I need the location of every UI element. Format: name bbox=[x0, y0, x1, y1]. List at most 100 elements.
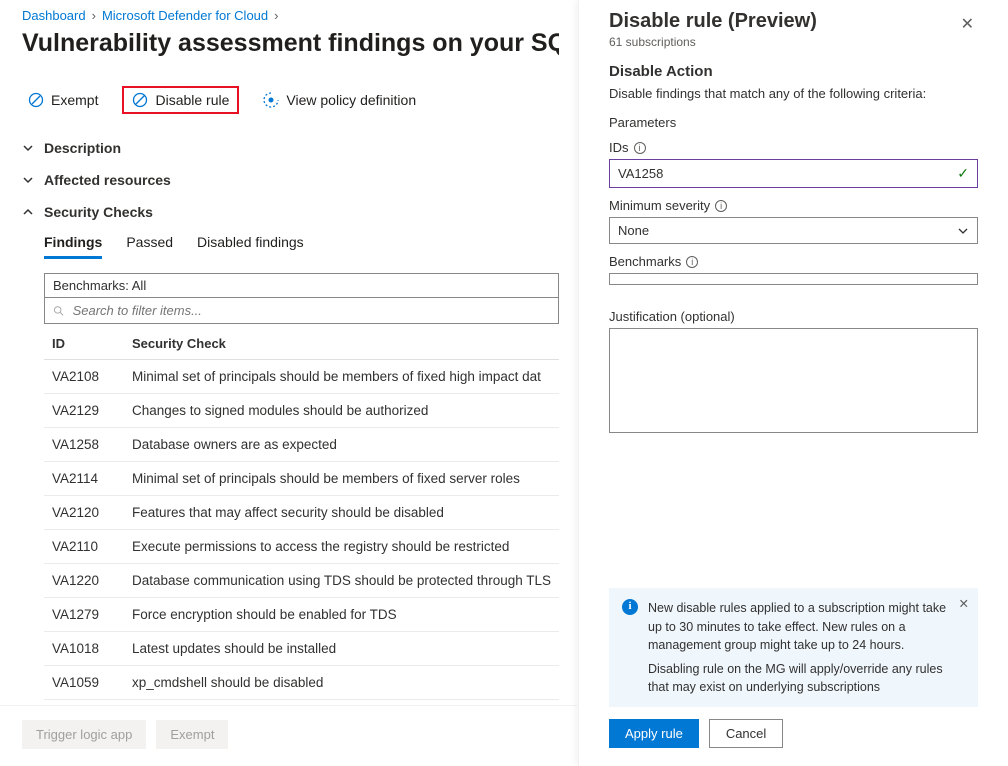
col-id[interactable]: ID bbox=[44, 324, 124, 360]
section-label: Security Checks bbox=[44, 204, 153, 220]
tabs: Findings Passed Disabled findings bbox=[44, 234, 559, 259]
ids-label-text: IDs bbox=[609, 140, 629, 155]
section-label: Description bbox=[44, 140, 121, 156]
justification-textarea[interactable] bbox=[609, 328, 978, 433]
cell-security-check: Database owners are as expected bbox=[124, 428, 559, 462]
info-box: i New disable rules applied to a subscri… bbox=[609, 588, 978, 707]
table-row[interactable]: VA2129Changes to signed modules should b… bbox=[44, 394, 559, 428]
benchmarks-field[interactable] bbox=[609, 273, 978, 285]
apply-rule-button[interactable]: Apply rule bbox=[609, 719, 699, 748]
table-row[interactable]: VA2110Execute permissions to access the … bbox=[44, 530, 559, 564]
tab-findings[interactable]: Findings bbox=[44, 234, 102, 259]
chevron-right-icon: › bbox=[92, 8, 96, 23]
exempt-button[interactable]: Exempt bbox=[22, 88, 104, 112]
cell-id: VA1059 bbox=[44, 666, 124, 700]
section-affected[interactable]: Affected resources bbox=[22, 164, 559, 196]
info-icon: i bbox=[622, 599, 638, 615]
section-label: Affected resources bbox=[44, 172, 171, 188]
disable-action-text: Disable findings that match any of the f… bbox=[609, 86, 978, 101]
disable-rule-label: Disable rule bbox=[155, 92, 229, 108]
cell-security-check: Changes to signed modules should be auth… bbox=[124, 394, 559, 428]
exempt-bottom-button[interactable]: Exempt bbox=[156, 720, 228, 749]
view-policy-label: View policy definition bbox=[286, 92, 416, 108]
chevron-down-icon bbox=[957, 225, 969, 237]
benchmarks-label: Benchmarks i bbox=[609, 254, 978, 269]
section-security-checks[interactable]: Security Checks bbox=[22, 196, 559, 228]
info-icon[interactable]: i bbox=[634, 142, 646, 154]
chevron-up-icon bbox=[22, 206, 34, 218]
dismiss-icon[interactable]: ✕ bbox=[959, 595, 969, 613]
policy-icon bbox=[263, 92, 279, 108]
toolbar: Exempt Disable rule View policy definiti… bbox=[22, 86, 559, 114]
table-row[interactable]: VA2114Minimal set of principals should b… bbox=[44, 462, 559, 496]
table-row[interactable]: VA1059xp_cmdshell should be disabled bbox=[44, 666, 559, 700]
chevron-right-icon: › bbox=[274, 8, 278, 23]
col-security-check[interactable]: Security Check bbox=[124, 324, 559, 360]
table-row[interactable]: VA2120Features that may affect security … bbox=[44, 496, 559, 530]
page-title: Vulnerability assessment findings on you… bbox=[22, 29, 559, 58]
cancel-button[interactable]: Cancel bbox=[709, 719, 783, 748]
ids-field[interactable]: VA1258 ✓ bbox=[609, 159, 978, 188]
cell-id: VA2108 bbox=[44, 360, 124, 394]
cell-security-check: Minimal set of principals should be memb… bbox=[124, 462, 559, 496]
ids-value: VA1258 bbox=[618, 166, 663, 181]
cell-security-check: Features that may affect security should… bbox=[124, 496, 559, 530]
table-row[interactable]: VA2108Minimal set of principals should b… bbox=[44, 360, 559, 394]
search-input[interactable] bbox=[71, 302, 550, 319]
cell-id: VA2129 bbox=[44, 394, 124, 428]
section-description[interactable]: Description bbox=[22, 132, 559, 164]
panel-title: Disable rule (Preview) bbox=[609, 10, 817, 33]
cell-id: VA2120 bbox=[44, 496, 124, 530]
disable-rule-panel: Disable rule (Preview) 61 subscriptions … bbox=[578, 0, 1008, 766]
cell-security-check: xp_cmdshell should be disabled bbox=[124, 666, 559, 700]
info-icon[interactable]: i bbox=[715, 200, 727, 212]
cell-id: VA2110 bbox=[44, 530, 124, 564]
info-text-2: Disabling rule on the MG will apply/over… bbox=[648, 660, 949, 696]
cell-security-check: Minimal set of principals should be memb… bbox=[124, 360, 559, 394]
chevron-down-icon bbox=[22, 142, 34, 154]
table-row[interactable]: VA1279Force encryption should be enabled… bbox=[44, 598, 559, 632]
search-icon bbox=[53, 305, 65, 317]
findings-table: ID Security Check VA2108Minimal set of p… bbox=[44, 324, 559, 700]
view-policy-button[interactable]: View policy definition bbox=[257, 88, 422, 112]
disable-action-heading: Disable Action bbox=[609, 63, 978, 80]
breadcrumb: Dashboard › Microsoft Defender for Cloud… bbox=[22, 8, 559, 23]
info-icon[interactable]: i bbox=[686, 256, 698, 268]
trigger-logic-app-button[interactable]: Trigger logic app bbox=[22, 720, 146, 749]
cell-id: VA1279 bbox=[44, 598, 124, 632]
exempt-icon bbox=[28, 92, 44, 108]
min-severity-label: Minimum severity i bbox=[609, 198, 978, 213]
ids-label: IDs i bbox=[609, 140, 978, 155]
table-row[interactable]: VA1220Database communication using TDS s… bbox=[44, 564, 559, 598]
min-severity-value: None bbox=[618, 223, 649, 238]
info-text-1: New disable rules applied to a subscript… bbox=[648, 599, 949, 653]
cell-id: VA1220 bbox=[44, 564, 124, 598]
cell-security-check: Force encryption should be enabled for T… bbox=[124, 598, 559, 632]
cell-id: VA1018 bbox=[44, 632, 124, 666]
search-filter[interactable] bbox=[44, 298, 559, 324]
benchmarks-label-text: Benchmarks bbox=[609, 254, 681, 269]
tab-disabled[interactable]: Disabled findings bbox=[197, 234, 304, 259]
min-severity-select[interactable]: None bbox=[609, 217, 978, 244]
justification-label: Justification (optional) bbox=[609, 309, 978, 324]
cell-id: VA2114 bbox=[44, 462, 124, 496]
table-row[interactable]: VA1258Database owners are as expected bbox=[44, 428, 559, 462]
chevron-down-icon bbox=[22, 174, 34, 186]
disable-rule-button[interactable]: Disable rule bbox=[122, 86, 239, 114]
cell-security-check: Latest updates should be installed bbox=[124, 632, 559, 666]
tab-passed[interactable]: Passed bbox=[126, 234, 173, 259]
close-icon[interactable]: ✕ bbox=[957, 10, 978, 38]
table-row[interactable]: VA1018Latest updates should be installed bbox=[44, 632, 559, 666]
breadcrumb-item-dashboard[interactable]: Dashboard bbox=[22, 8, 86, 23]
benchmarks-filter[interactable]: Benchmarks: All bbox=[44, 273, 559, 298]
parameters-heading: Parameters bbox=[609, 115, 978, 130]
bottom-bar: Trigger logic app Exempt bbox=[0, 705, 577, 763]
cell-id: VA1258 bbox=[44, 428, 124, 462]
cell-security-check: Execute permissions to access the regist… bbox=[124, 530, 559, 564]
exempt-label: Exempt bbox=[51, 92, 98, 108]
min-severity-label-text: Minimum severity bbox=[609, 198, 710, 213]
breadcrumb-item-defender[interactable]: Microsoft Defender for Cloud bbox=[102, 8, 268, 23]
panel-subtitle: 61 subscriptions bbox=[609, 35, 817, 49]
cell-security-check: Database communication using TDS should … bbox=[124, 564, 559, 598]
disable-icon bbox=[132, 92, 148, 108]
